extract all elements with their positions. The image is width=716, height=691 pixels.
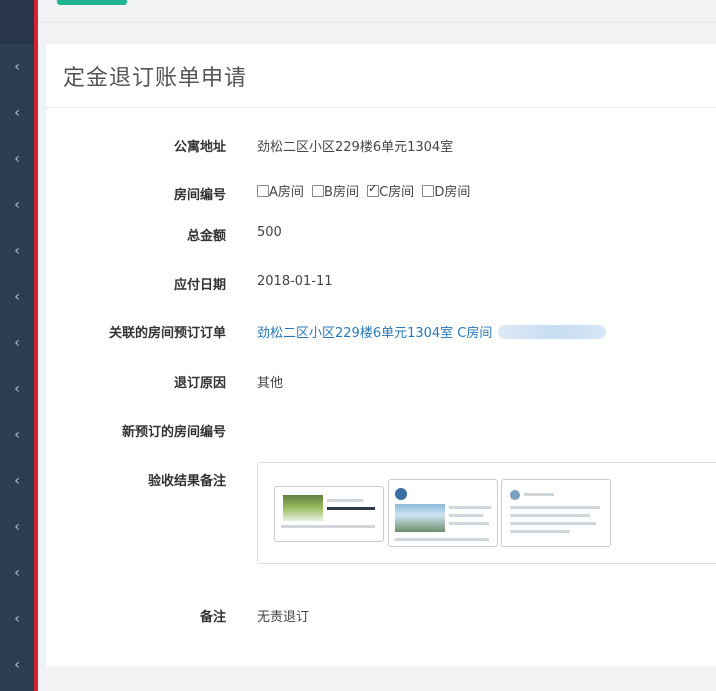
checkbox-checked[interactable] bbox=[367, 182, 380, 197]
thumbnail-line bbox=[510, 506, 600, 509]
thumbnail-line bbox=[510, 522, 596, 525]
chevron-left-icon[interactable]: ‹ bbox=[0, 425, 34, 445]
linked-order-row: 劲松二区小区229楼6单元1304室 C房间 bbox=[257, 322, 607, 341]
room-option-a[interactable]: A房间 bbox=[257, 185, 304, 200]
address-label: 公寓地址 bbox=[173, 140, 226, 155]
chevron-left-icon[interactable]: ‹ bbox=[0, 563, 34, 583]
attachment-thumbnail[interactable] bbox=[274, 486, 384, 542]
chevron-left-icon[interactable]: ‹ bbox=[0, 655, 34, 675]
thumbnail-line bbox=[510, 514, 590, 517]
thumbnail-line bbox=[327, 507, 375, 510]
top-toolbar bbox=[38, 0, 716, 23]
chevron-left-icon[interactable]: ‹ bbox=[0, 195, 34, 215]
linked-order-link[interactable]: 劲松二区小区229楼6单元1304室 C房间 bbox=[257, 326, 492, 341]
room-option-d[interactable]: D房间 bbox=[422, 185, 470, 200]
notes-value: 无责退订 bbox=[257, 610, 310, 625]
chevron-left-icon[interactable]: ‹ bbox=[0, 241, 34, 261]
checkbox[interactable] bbox=[422, 185, 435, 197]
room-option-b[interactable]: B房间 bbox=[312, 185, 359, 200]
chevron-left-icon[interactable]: ‹ bbox=[0, 57, 34, 77]
room-options: A房间 B房间 C房间 D房间 bbox=[257, 181, 474, 200]
sidebar-border bbox=[34, 0, 38, 691]
rooms-label: 房间编号 bbox=[173, 188, 226, 203]
chevron-left-icon[interactable]: ‹ bbox=[0, 149, 34, 169]
attachment-box bbox=[257, 462, 716, 564]
thumbnail-avatar bbox=[510, 490, 520, 500]
thumbnail-line bbox=[524, 493, 554, 496]
sidebar-header bbox=[0, 0, 34, 44]
thumbnail-line bbox=[510, 530, 570, 533]
inspection-label: 验收结果备注 bbox=[147, 474, 226, 489]
chevron-left-icon[interactable]: ‹ bbox=[0, 379, 34, 399]
checkbox[interactable] bbox=[312, 185, 325, 197]
thumbnail-avatar bbox=[395, 488, 407, 500]
linked-order-label: 关联的房间预订订单 bbox=[108, 326, 226, 341]
top-action-button[interactable] bbox=[57, 0, 127, 5]
chevron-left-icon[interactable]: ‹ bbox=[0, 609, 34, 629]
attachment-thumbnail[interactable] bbox=[501, 479, 611, 547]
thumbnail-image bbox=[395, 504, 445, 532]
thumbnail-line bbox=[327, 499, 363, 502]
reason-label: 退订原因 bbox=[173, 376, 226, 391]
notes-label: 备注 bbox=[199, 610, 226, 625]
attachment-thumbnail[interactable] bbox=[388, 479, 498, 547]
reason-value: 其他 bbox=[257, 376, 284, 391]
room-option-c[interactable]: C房间 bbox=[367, 182, 414, 200]
redacted-block bbox=[498, 325, 607, 339]
thumbnail-line bbox=[449, 522, 489, 525]
thumbnail-line bbox=[449, 506, 491, 509]
title-divider bbox=[46, 107, 716, 108]
page-title: 定金退订账单申请 bbox=[63, 66, 248, 91]
total-value: 500 bbox=[257, 225, 282, 240]
thumbnail-line bbox=[395, 538, 489, 541]
chevron-left-icon[interactable]: ‹ bbox=[0, 103, 34, 123]
thumbnail-line bbox=[449, 514, 483, 517]
chevron-left-icon[interactable]: ‹ bbox=[0, 471, 34, 491]
thumbnail-line bbox=[281, 525, 375, 528]
new-room-label: 新预订的房间编号 bbox=[121, 425, 226, 440]
chevron-left-icon[interactable]: ‹ bbox=[0, 517, 34, 537]
total-label: 总金额 bbox=[186, 229, 226, 244]
chevron-left-icon[interactable]: ‹ bbox=[0, 287, 34, 307]
address-value: 劲松二区小区229楼6单元1304室 bbox=[257, 140, 454, 155]
thumbnail-image bbox=[283, 495, 323, 521]
due-date-label: 应付日期 bbox=[173, 278, 226, 293]
checkbox[interactable] bbox=[257, 185, 269, 197]
sidebar: ‹ ‹ ‹ ‹ ‹ ‹ ‹ ‹ ‹ ‹ ‹ ‹ ‹ ‹ bbox=[0, 0, 34, 691]
chevron-left-icon[interactable]: ‹ bbox=[0, 333, 34, 353]
due-date-value: 2018-01-11 bbox=[257, 274, 333, 289]
